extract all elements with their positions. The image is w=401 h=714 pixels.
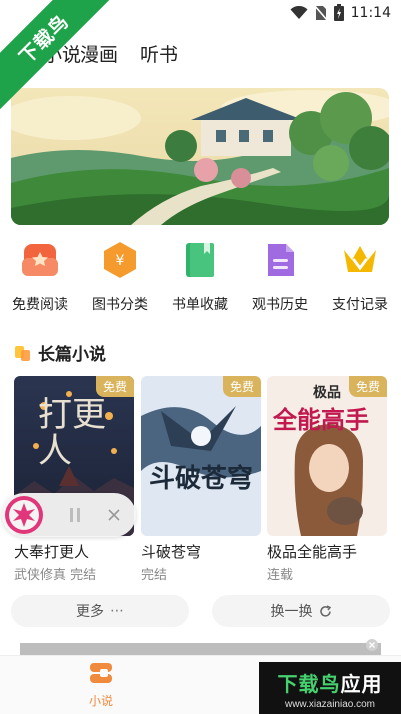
status-time: 11:14 [350,4,391,21]
novel-tab-icon [90,663,112,683]
free-badge: 免费 [348,376,387,397]
shortcut-label: 支付记录 [332,297,388,313]
book-meta: 武侠修真 完结 [14,568,97,583]
book-title: 斗破苍穹 [141,543,202,561]
banner-landscape-image [11,88,389,225]
cover-title: 斗破苍穹 [149,464,254,494]
ellipsis-icon: ⋯ [110,603,124,619]
ad-close-icon[interactable] [365,638,379,652]
category-icon: ¥ [100,240,140,280]
nav-label: 小说 [88,694,113,708]
watermark-logo: 下载鸟应用 www.xiazainiao.com [259,662,401,714]
free-badge: 免费 [95,376,134,397]
book-meta: 完结 [141,568,168,583]
battery-charging-icon [333,4,344,21]
history-icon [260,240,300,280]
promo-banner[interactable] [11,88,389,225]
watermark-main-a: 下载鸟 [277,672,341,696]
book-cover: 斗破苍穹 免费 [141,376,261,536]
status-icons: 11:14 [290,4,391,21]
tab-comic[interactable]: 漫画 [80,40,118,67]
shortcut-booklist[interactable]: 书单收藏 [161,240,239,314]
refresh-button[interactable]: 换一换 [212,595,390,627]
refresh-label: 换一换 [270,604,313,620]
cover-title: 全能高手 [273,406,369,434]
watermark-main-b: 应用 [340,672,383,696]
booklist-icon [180,240,220,280]
free-badge: 免费 [222,376,261,397]
book-cover: 极品 全能高手 免费 [267,376,387,536]
shortcut-payment[interactable]: 支付记录 [321,240,399,314]
cover-subtitle: 极品 [313,385,341,401]
watermark-url: www.xiazainiao.com [284,699,376,710]
payment-icon [340,240,380,280]
shortcut-label: 图书分类 [92,297,148,313]
shortcut-free-read[interactable]: 免费阅读 [1,240,79,314]
wifi-icon [290,5,308,19]
section-decor-icon [15,345,30,361]
refresh-icon [319,604,331,617]
shortcut-label: 观书历史 [252,297,308,313]
book-card[interactable]: 打更人 免费 大奉打更人 武侠修真 完结 [14,376,134,583]
tab-audiobook[interactable]: 听书 [140,40,178,67]
shortcut-category[interactable]: ¥ 图书分类 [81,240,159,314]
book-list: 打更人 免费 大奉打更人 武侠修真 完结 斗破苍穹 免费 斗破苍穹 完结 极品 … [0,376,401,586]
free-read-icon [20,240,60,280]
shortcut-label: 免费阅读 [12,297,68,313]
shortcut-grid: 免费阅读 ¥ 图书分类 书单收藏 观书历史 支付记录 [0,240,401,315]
more-button[interactable]: 更多 ⋯ [11,595,189,627]
book-meta: 连载 [267,568,294,583]
shortcut-history[interactable]: 观书历史 [241,240,319,314]
shortcut-label: 书单收藏 [172,297,228,313]
nav-item-novel[interactable]: 小说 [76,660,126,709]
close-icon[interactable] [108,509,120,521]
pause-icon[interactable] [68,507,82,523]
player-cover-icon [5,496,43,534]
more-label: 更多 [76,604,104,620]
cover-title: 打更人 [38,395,106,471]
no-sim-icon [314,4,327,21]
book-title: 大奉打更人 [14,543,90,561]
svg-text:¥: ¥ [116,253,125,269]
book-card[interactable]: 斗破苍穹 免费 斗破苍穹 完结 [141,376,261,583]
ad-banner-strip[interactable] [20,639,381,655]
mini-player[interactable] [2,493,136,537]
book-card[interactable]: 极品 全能高手 免费 极品全能高手 连载 [267,376,387,583]
book-title: 极品全能高手 [267,543,358,561]
section-title: 长篇小说 [38,345,106,365]
section-header: 长篇小说 [14,340,106,365]
